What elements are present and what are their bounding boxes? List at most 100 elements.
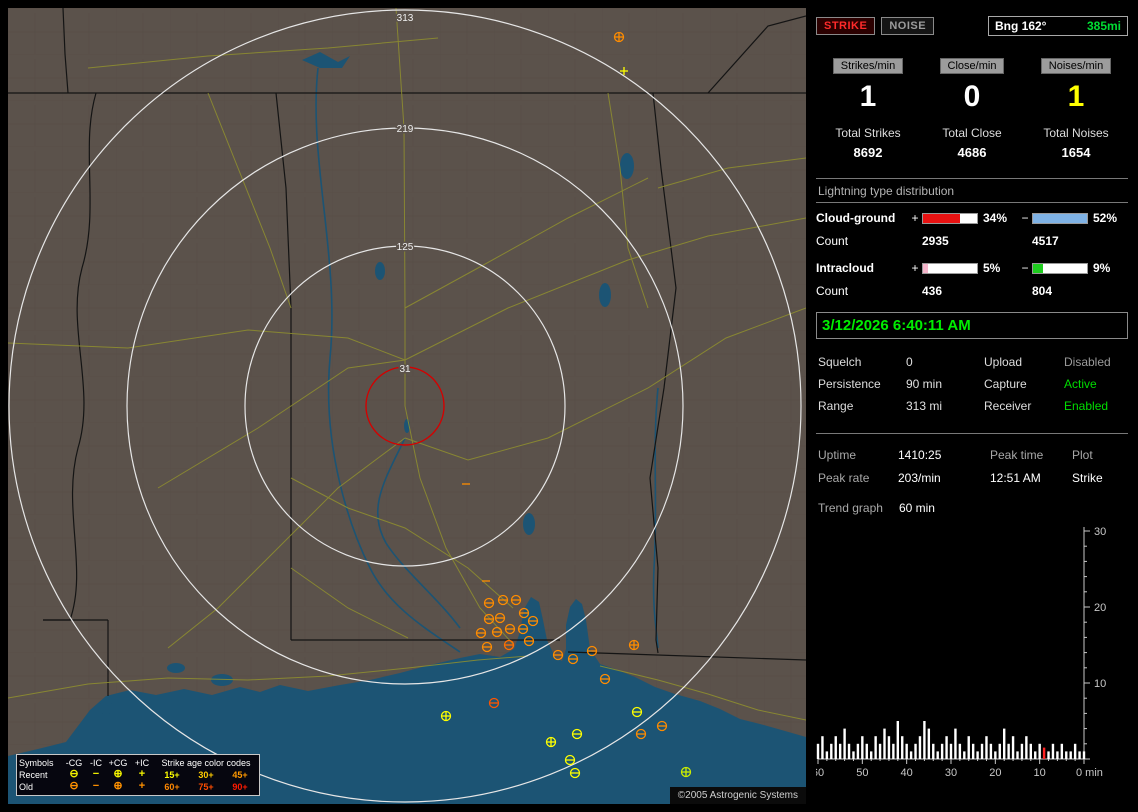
- trend-bar: [817, 744, 819, 759]
- receiver-status: Enabled: [1064, 399, 1134, 413]
- plot-value: Strike: [1072, 471, 1134, 485]
- trend-bar: [1061, 744, 1063, 759]
- trend-bar: [1043, 748, 1045, 759]
- svg-text:10: 10: [1094, 678, 1106, 690]
- datetime-display: 3/12/2026 6:40:11 AM: [816, 312, 1128, 339]
- trend-bar: [1021, 744, 1023, 759]
- trend-bar: [1003, 729, 1005, 759]
- control-panel: STRIKE NOISE Bng 162° 385mi Strikes/min …: [814, 8, 1130, 804]
- trend-bar: [866, 744, 868, 759]
- trend-bar: [883, 729, 885, 759]
- upload-label: Upload: [984, 355, 1064, 369]
- trend-bar: [852, 751, 854, 759]
- age-30: 30+: [189, 769, 223, 781]
- trend-bar: [990, 744, 992, 759]
- trend-bar: [1012, 736, 1014, 759]
- ic-minus-percent: 9%: [1088, 261, 1128, 275]
- range-ring-label: 31: [399, 364, 411, 375]
- noise-indicator[interactable]: NOISE: [881, 17, 934, 35]
- svg-text:40: 40: [901, 767, 913, 779]
- trend-bar: [928, 729, 930, 759]
- plot-label: Plot: [1072, 448, 1134, 462]
- total-noises-value: 1654: [1024, 145, 1128, 160]
- trend-bar: [1065, 751, 1067, 759]
- squelch-label: Squelch: [818, 355, 906, 369]
- ic-plus-bar-fill: [923, 264, 928, 273]
- cg-minus-count: 4517: [1032, 234, 1088, 248]
- trend-bar: [897, 721, 899, 759]
- peak-rate-value: 203/min: [898, 471, 990, 485]
- age-45: 45+: [223, 769, 257, 781]
- legend-recent-label: Recent: [19, 769, 63, 781]
- strikes-per-min-value: 1: [816, 80, 920, 114]
- svg-text:30: 30: [1094, 526, 1106, 538]
- range-ring-label: 125: [397, 242, 414, 253]
- trend-bar: [1056, 751, 1058, 759]
- trend-bar: [968, 736, 970, 759]
- pos-ic-old-icon: +: [129, 781, 155, 793]
- trend-bar: [848, 744, 850, 759]
- trend-bar: [963, 751, 965, 759]
- trend-bar: [1047, 751, 1049, 759]
- trend-graph: 3020106050403020100 min: [816, 521, 1128, 783]
- upload-status: Disabled: [1064, 355, 1134, 369]
- trend-bar: [1016, 751, 1018, 759]
- age-90: 90+: [223, 781, 257, 793]
- persistence-value: 90 min: [906, 377, 984, 391]
- trend-graph-label: Trend graph: [818, 501, 883, 515]
- peak-time-label: Peak time: [990, 448, 1072, 462]
- ic-plus-percent: 5%: [978, 261, 1018, 275]
- trend-bar: [874, 736, 876, 759]
- noises-per-min-value: 1: [1024, 80, 1128, 114]
- strikes-per-min-counter: Strikes/min 1 Total Strikes 8692: [816, 58, 920, 160]
- svg-text:20: 20: [1094, 602, 1106, 614]
- trend-bar: [830, 744, 832, 759]
- age-15: 15+: [155, 769, 189, 781]
- strike-symbol-cgp: [615, 33, 624, 42]
- ic-minus-bar-fill: [1033, 264, 1043, 273]
- strike-symbol-cgp: [442, 712, 451, 721]
- strike-indicator[interactable]: STRIKE: [816, 17, 875, 35]
- trend-bar: [972, 744, 974, 759]
- trend-bar: [959, 744, 961, 759]
- ic-count-label: Count: [816, 284, 908, 298]
- bearing-display: Bng 162° 385mi: [988, 16, 1128, 36]
- capture-label: Capture: [984, 377, 1064, 391]
- rate-counters: Strikes/min 1 Total Strikes 8692 Close/m…: [816, 58, 1128, 160]
- neg-ic-old-icon: −: [85, 781, 107, 793]
- trend-bar: [994, 751, 996, 759]
- trend-bar: [932, 744, 934, 759]
- trend-bar: [941, 744, 943, 759]
- neg-cg-old-icon: ⊖: [63, 781, 85, 793]
- trend-bar: [1030, 744, 1032, 759]
- strikes-per-min-chip[interactable]: Strikes/min: [833, 58, 903, 74]
- trend-bar: [1078, 751, 1080, 759]
- trend-bar: [835, 736, 837, 759]
- minus-sign: −: [1018, 211, 1032, 225]
- trend-bar: [1038, 744, 1040, 759]
- ic-plus-bar: [922, 263, 978, 274]
- trend-bar: [1074, 744, 1076, 759]
- trend-bar: [1025, 736, 1027, 759]
- lightning-map[interactable]: 313 219 125 31 Symbols -CG -IC +CG +IC S…: [8, 8, 806, 804]
- trend-bar: [1007, 744, 1009, 759]
- uptime-value: 1410:25: [898, 448, 990, 462]
- legend-old-label: Old: [19, 781, 63, 793]
- legend-age-header: Strike age color codes: [155, 757, 257, 769]
- total-close-label: Total Close: [920, 126, 1024, 140]
- trend-bar: [870, 751, 872, 759]
- close-per-min-chip[interactable]: Close/min: [940, 58, 1005, 74]
- ic-minus-count: 804: [1032, 284, 1088, 298]
- squelch-value: 0: [906, 355, 984, 369]
- range-ring-label: 219: [397, 124, 414, 135]
- total-strikes-label: Total Strikes: [816, 126, 920, 140]
- svg-text:20: 20: [989, 767, 1001, 779]
- noises-per-min-chip[interactable]: Noises/min: [1041, 58, 1111, 74]
- strike-symbol-cgp: [682, 768, 691, 777]
- trend-bar: [923, 721, 925, 759]
- trend-bar: [905, 744, 907, 759]
- trend-bar: [981, 744, 983, 759]
- intracloud-distribution: Intracloud + 5% − 9% Count 436 804: [816, 261, 1128, 298]
- svg-text:30: 30: [945, 767, 957, 779]
- persistence-label: Persistence: [818, 377, 906, 391]
